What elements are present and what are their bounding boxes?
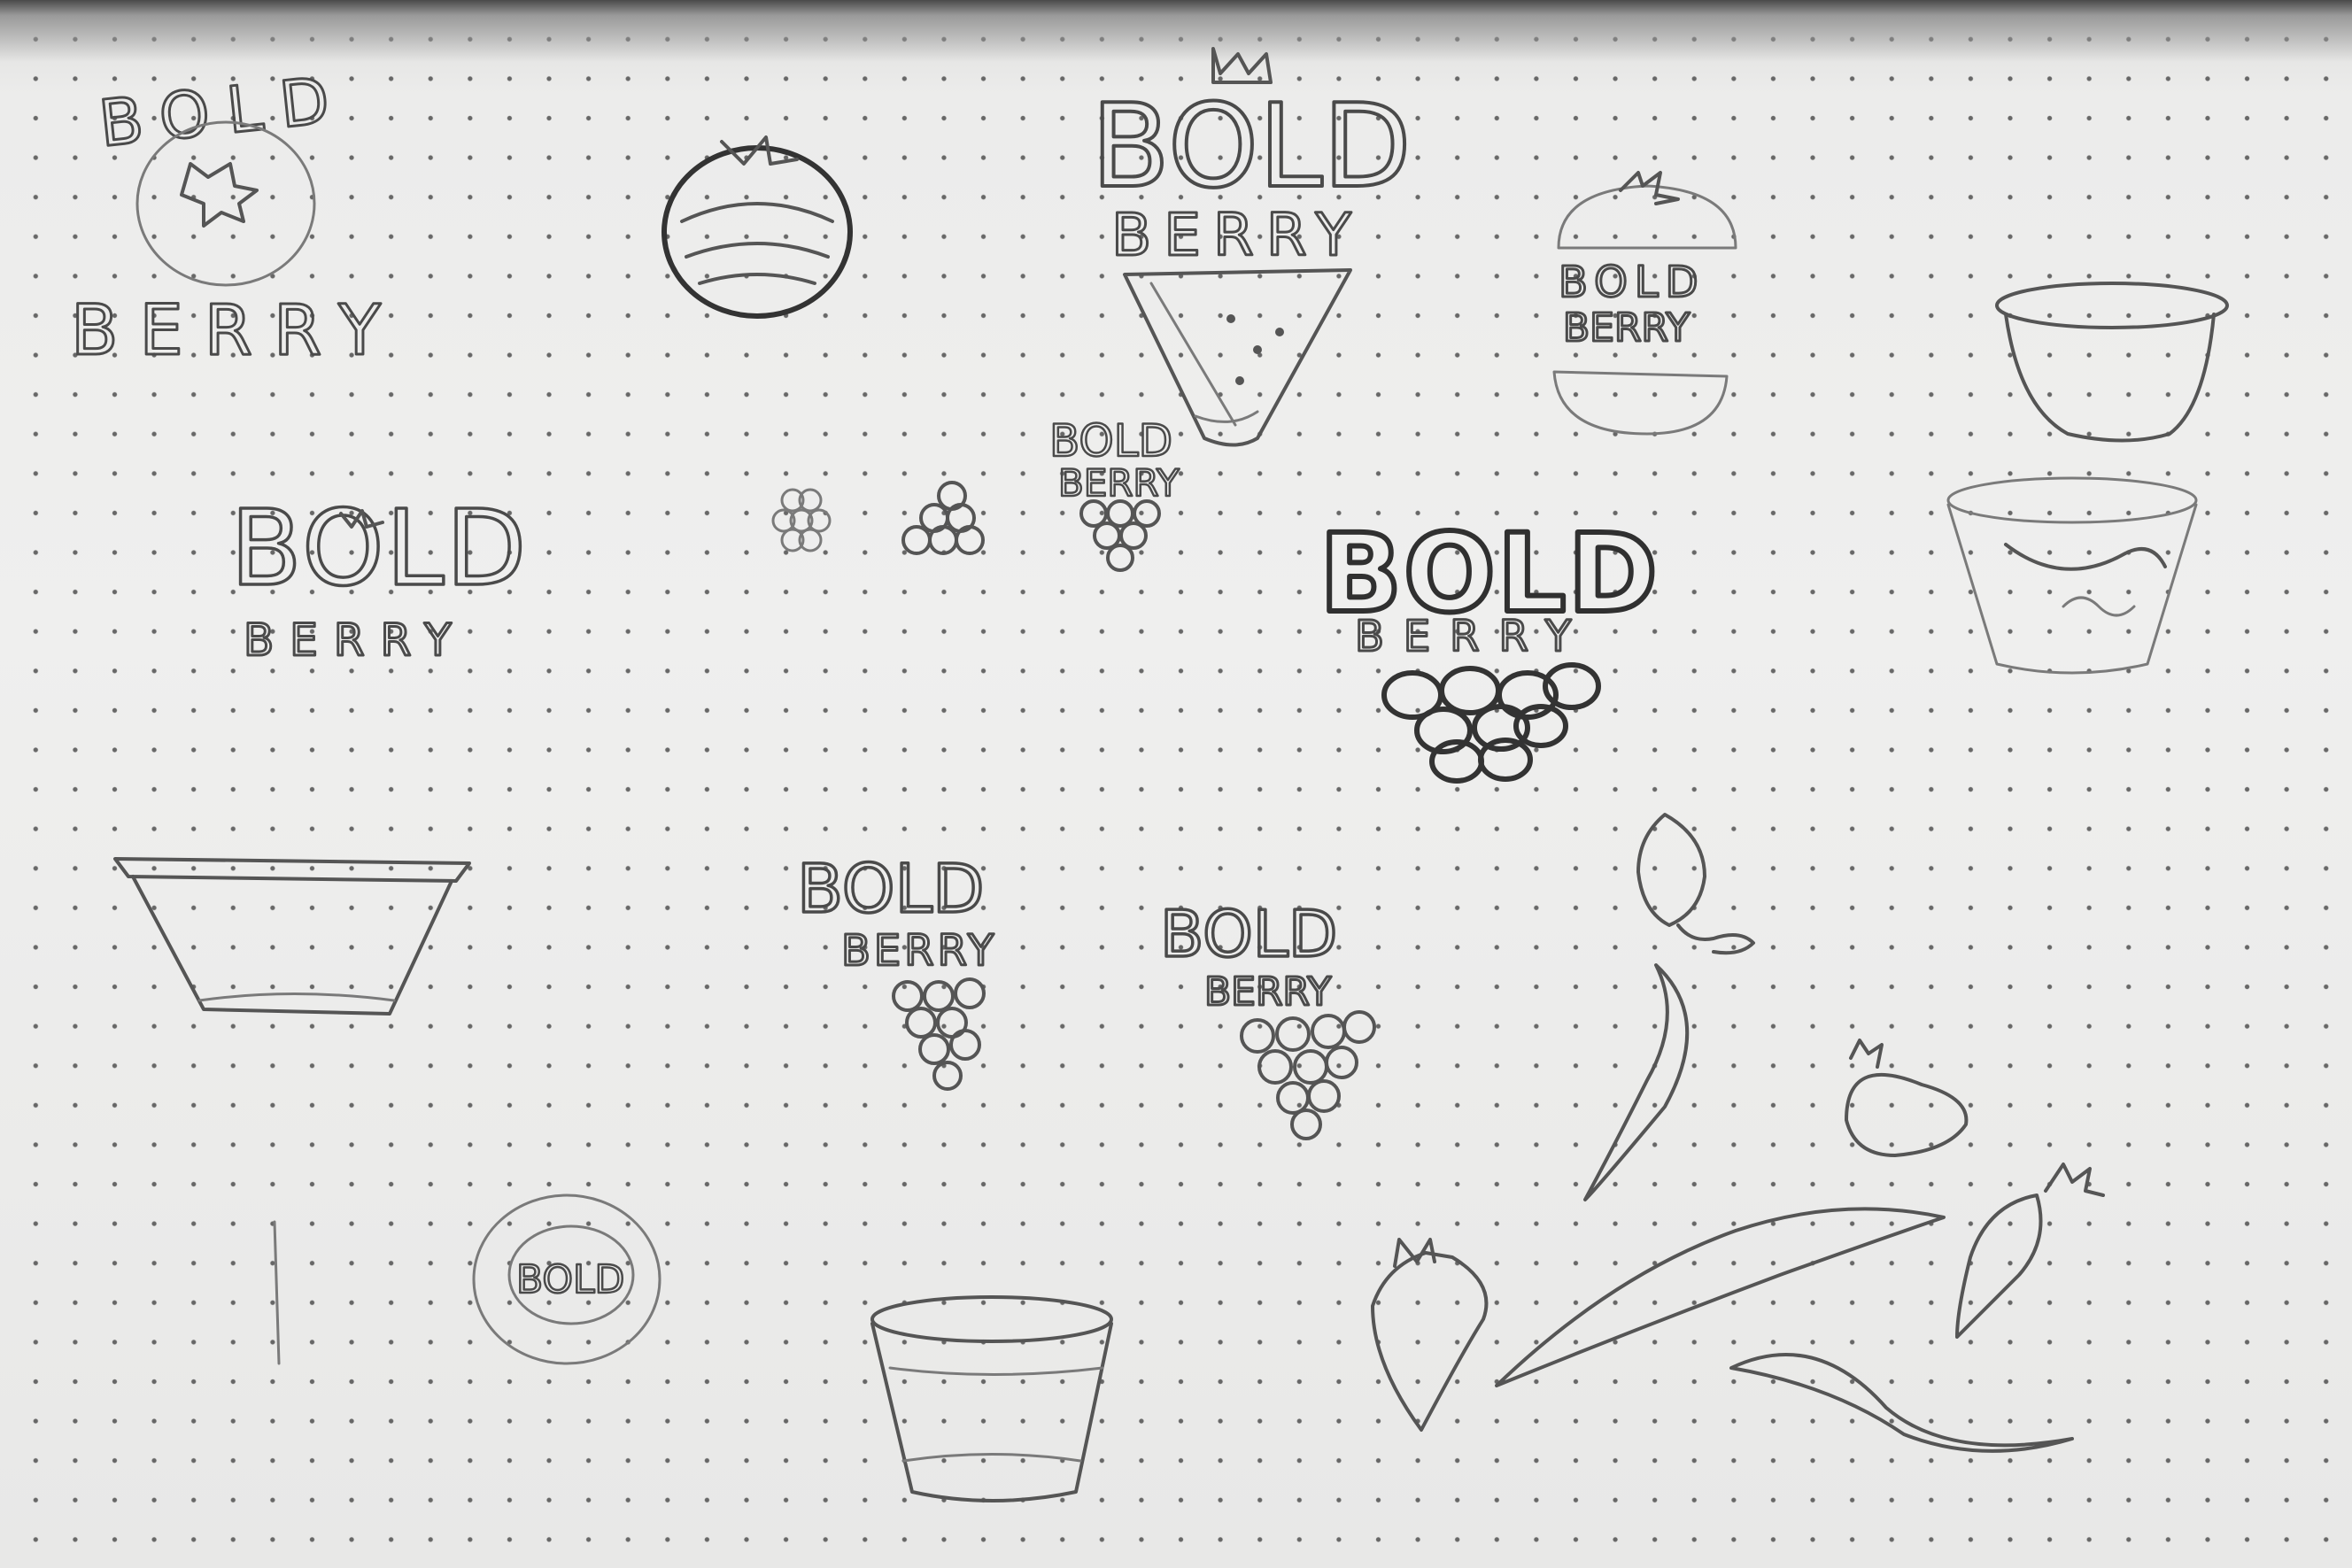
pencil-line: [273, 1220, 281, 1365]
bowl-base: [197, 993, 396, 1002]
cup-rim: [1946, 476, 2198, 524]
logo-bold-text: BOLD: [1559, 258, 1706, 307]
tomato-top: [1557, 184, 1737, 250]
logo-berry-text: BERRY: [1111, 201, 1364, 269]
logo-bold-text: BOLD: [797, 849, 985, 928]
seed: [1253, 345, 1262, 354]
logo-tomato-split: BOLD BERRY: [1552, 171, 1737, 436]
label-mark: [2062, 596, 2136, 617]
strawberry-icon: [1636, 813, 1706, 927]
cup-body: [870, 1322, 1113, 1502]
grape-cluster: [1381, 662, 1601, 784]
strawberry-leaves: [1676, 923, 1755, 955]
seed: [1226, 314, 1235, 323]
strawberry-right-leaves: [1849, 1039, 1884, 1069]
wide-bowl: [113, 857, 471, 1016]
seed: [1275, 328, 1284, 336]
shaded-blueberry: [662, 135, 853, 319]
swoosh-bottom: [1729, 1353, 2074, 1453]
cup-rim: [1995, 282, 2229, 329]
seal-circle: BOLD: [273, 1193, 662, 1365]
cluster-mini-logo: [1079, 499, 1161, 572]
crown-icon: [1211, 47, 1273, 84]
tomato-bottom: [1552, 370, 1729, 436]
logo-berry-o: BOLD BERRY: [228, 485, 528, 667]
logo-berry-text: BERRY: [71, 291, 402, 371]
cup-tall-sketch: [870, 1295, 1113, 1502]
cluster-small: [771, 488, 832, 552]
watermelon-rind: [1149, 282, 1259, 427]
swoosh-vertical: [1583, 963, 1690, 1201]
cup-body: [1946, 503, 2198, 675]
tall-cup-with-label: [1946, 476, 2198, 675]
carrot-icon: [1955, 1193, 2043, 1339]
strawberry-with-swoosh: [1583, 813, 1755, 1201]
cup-with-lid: [1995, 282, 2229, 443]
seed: [1235, 376, 1244, 385]
sketch-paper: BOLD BERRY BOLD BERRY BOLD BERRY BOLD BE…: [0, 0, 2352, 1568]
sketch-drawing: BOLD BERRY BOLD BERRY BOLD BERRY BOLD BE…: [70, 47, 2229, 1502]
logo-bold-text: BOLD: [1091, 79, 1412, 213]
logo-bold-text: BOLD: [230, 487, 528, 609]
logo-grape-cluster-b: BOLD BERRY: [1158, 895, 1376, 1140]
logo-bold-text: BOLD: [1160, 897, 1337, 971]
logo-berry-text: BERRY: [1563, 305, 1690, 351]
strawberry-left-icon: [1371, 1251, 1489, 1432]
grape-cluster: [892, 977, 986, 1091]
logo-crown-watermelon: BOLD BERRY: [1089, 47, 1413, 447]
logo-berry-text: BERRY: [1204, 969, 1331, 1015]
logo-grape-cluster-large: BOLD BERRY: [1317, 508, 1660, 784]
logo-berry-text: BERRY: [244, 614, 468, 666]
cluster-medium: [901, 481, 985, 555]
grape-cluster: [1240, 1010, 1376, 1140]
cup-bands: [888, 1366, 1104, 1463]
mini-bold-text: BOLD: [1049, 415, 1172, 467]
cup-rim: [870, 1295, 1113, 1343]
strawberry-carrot-swooshes: [1371, 1039, 2105, 1453]
carrot-leaves: [2044, 1162, 2105, 1197]
berry-outline: [662, 145, 853, 319]
label-swoosh: [2004, 543, 2167, 571]
bowl-lid: [113, 857, 471, 883]
cup-body: [2004, 313, 2216, 443]
mini-berry-text: BERRY: [1058, 461, 1180, 505]
logo-circle-blueberry: BOLD BERRY: [70, 60, 402, 373]
logo-berry-text: BERRY: [841, 926, 997, 976]
berry-shading: [680, 202, 834, 285]
logo-berry-text: BERRY: [1355, 612, 1590, 661]
swoosh-diagonal: [1495, 1207, 1946, 1387]
berry-clusters-small: BOLD BERRY: [771, 414, 1180, 572]
logo-bold-text: BOLD: [96, 61, 351, 161]
seal-bold-text: BOLD: [516, 1257, 624, 1302]
blueberry-crown-icon: [180, 162, 259, 228]
logo-grape-cluster-a: BOLD BERRY: [795, 847, 997, 1091]
strawberry-right-icon: [1845, 1072, 1969, 1157]
